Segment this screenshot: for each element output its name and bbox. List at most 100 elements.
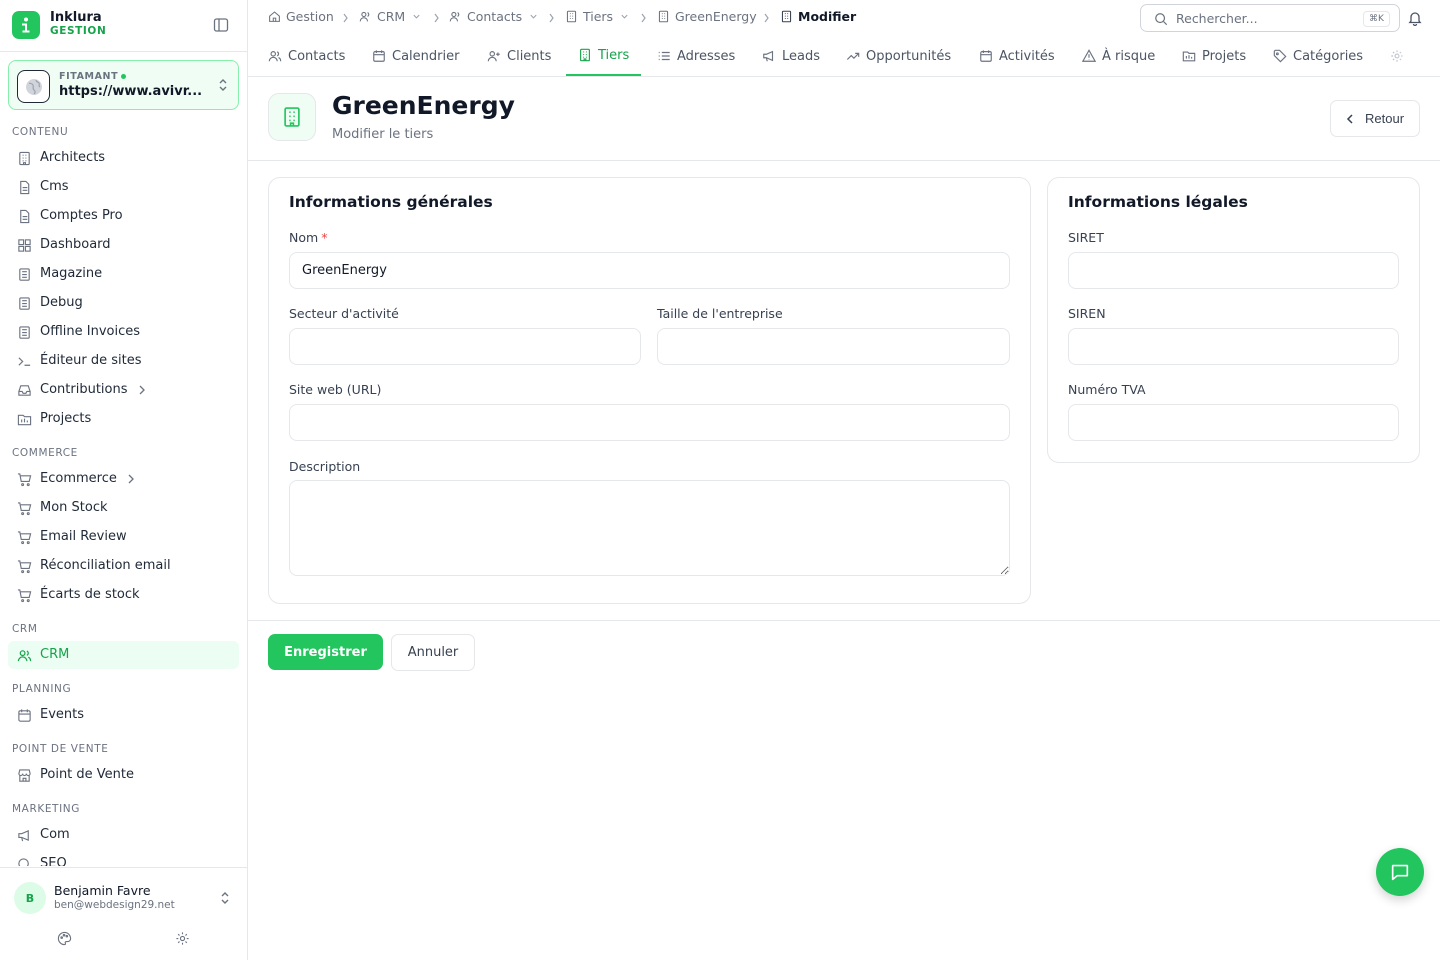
- taille-field[interactable]: [657, 328, 1010, 365]
- trending-up-icon: [846, 52, 860, 60]
- save-button[interactable]: Enregistrer: [268, 634, 383, 670]
- sidebar-item-label: Ecommerce: [40, 471, 117, 486]
- warning-icon: [1082, 49, 1096, 62]
- breadcrumb-gestion[interactable]: Gestion: [268, 9, 334, 24]
- megaphone-icon: [763, 50, 774, 62]
- sidebar-item-email-review[interactable]: Email Review: [8, 523, 239, 551]
- building-icon: [17, 151, 32, 166]
- home-icon: [269, 11, 280, 22]
- user-name: Benjamin Favre: [54, 883, 151, 898]
- tab-categories[interactable]: Catégories: [1273, 36, 1363, 76]
- store-icon: [17, 768, 32, 783]
- legal-info-title: Informations légales: [1068, 193, 1248, 211]
- tab-activites[interactable]: Activités: [979, 36, 1055, 76]
- tab-opportunites[interactable]: Opportunités: [846, 36, 951, 76]
- taille-label: Taille de l'entreprise: [657, 306, 783, 321]
- chat-bubble-icon[interactable]: [1376, 848, 1424, 896]
- breadcrumb-label: GreenEnergy: [675, 9, 757, 24]
- tag-icon: [1273, 49, 1287, 63]
- tab-label: Contacts: [288, 48, 346, 64]
- tab-label: Projets: [1202, 48, 1247, 64]
- breadcrumb-label: Gestion: [286, 9, 334, 24]
- section-crm: CRM: [12, 623, 38, 635]
- tab-calendrier[interactable]: Calendrier: [372, 36, 459, 76]
- sidebar-item-editeur[interactable]: Éditeur de sites: [8, 347, 239, 375]
- sidebar-item-crm[interactable]: CRM: [8, 641, 239, 669]
- sidebar-item-cms[interactable]: Cms: [8, 173, 239, 201]
- brand-header: Inklura GESTION: [0, 0, 247, 52]
- tab-label: Adresses: [677, 48, 736, 64]
- list-icon: [658, 51, 670, 61]
- breadcrumb-tiers[interactable]: Tiers: [565, 9, 634, 24]
- user-menu[interactable]: B Benjamin Favre ben@webdesign29.net: [0, 867, 247, 960]
- sidebar-item-point-de-vente[interactable]: Point de Vente: [8, 761, 239, 789]
- cancel-button[interactable]: Annuler: [391, 634, 475, 671]
- sidebar-item-ecommerce[interactable]: Ecommerce: [8, 465, 239, 493]
- tab-a-risque[interactable]: À risque: [1082, 36, 1155, 76]
- sidebar-toggle-icon[interactable]: [213, 17, 229, 33]
- section-contenu: CONTENU: [12, 126, 69, 138]
- sidebar-item-mon-stock[interactable]: Mon Stock: [8, 494, 239, 522]
- nom-field[interactable]: [289, 252, 1010, 289]
- palette-icon[interactable]: [57, 931, 72, 946]
- building-icon: [566, 10, 577, 23]
- secteur-field[interactable]: [289, 328, 641, 365]
- tab-adresses[interactable]: Adresses: [657, 36, 735, 76]
- tab-contacts[interactable]: Contacts: [268, 36, 345, 76]
- avatar: B: [14, 882, 46, 914]
- sidebar-item-offline-invoices[interactable]: Offline Invoices: [8, 318, 239, 346]
- sidebar-item-label: Projects: [40, 411, 92, 426]
- chevron-right-icon: [548, 13, 555, 23]
- sidebar-item-debug[interactable]: Debug: [8, 289, 239, 317]
- sidebar-item-com[interactable]: Com: [8, 821, 239, 849]
- description-field[interactable]: [289, 480, 1010, 576]
- general-info-title: Informations générales: [289, 193, 493, 211]
- nom-label: Nom *: [289, 230, 328, 245]
- search-icon: [17, 857, 32, 866]
- chevron-right-icon: [763, 13, 770, 23]
- legal-info-card: Informations légales SIRET SIREN Numéro …: [1047, 177, 1420, 463]
- sidebar-item-contributions[interactable]: Contributions: [8, 376, 239, 404]
- tab-tiers[interactable]: Tiers: [566, 36, 642, 76]
- sidebar-item-seo[interactable]: SEO: [8, 850, 239, 866]
- sidebar-item-label: Com: [40, 827, 70, 842]
- siret-field[interactable]: [1068, 252, 1399, 289]
- tab-label: Tiers: [598, 47, 630, 63]
- sidebar-item-projects[interactable]: Projects: [8, 405, 239, 433]
- tab-clients[interactable]: Clients: [487, 36, 551, 76]
- sidebar-item-magazine[interactable]: Magazine: [8, 260, 239, 288]
- gear-icon[interactable]: [175, 931, 190, 946]
- chevron-down-icon: [530, 14, 537, 19]
- sidebar-item-reconciliation[interactable]: Réconciliation email: [8, 552, 239, 580]
- siren-field[interactable]: [1068, 328, 1399, 365]
- site-web-field[interactable]: [289, 404, 1010, 441]
- bell-icon[interactable]: [1407, 10, 1423, 26]
- back-button[interactable]: Retour: [1330, 100, 1420, 137]
- site-switcher[interactable]: FITAMANT https://www.avivr...: [8, 60, 239, 110]
- chevron-left-icon: [1346, 114, 1353, 124]
- chevron-right-icon: [342, 13, 349, 23]
- megaphone-icon: [17, 828, 32, 843]
- section-pdv: POINT DE VENTE: [12, 743, 109, 755]
- sidebar-item-dashboard[interactable]: Dashboard: [8, 231, 239, 259]
- sidebar-item-label: Écarts de stock: [40, 587, 140, 602]
- breadcrumb-contacts[interactable]: Contacts: [449, 9, 543, 24]
- breadcrumb-crm[interactable]: CRM: [359, 9, 426, 24]
- sidebar-item-comptes-pro[interactable]: Comptes Pro: [8, 202, 239, 230]
- sidebar-item-ecarts[interactable]: Écarts de stock: [8, 581, 239, 609]
- back-button-label: Retour: [1365, 111, 1405, 126]
- global-search[interactable]: Rechercher... ⌘K: [1140, 4, 1400, 32]
- sidebar-item-architects[interactable]: Architects: [8, 144, 239, 172]
- grid-icon: [17, 238, 32, 253]
- sidebar-item-events[interactable]: Events: [8, 701, 239, 729]
- tab-projets[interactable]: Projets: [1182, 36, 1246, 76]
- breadcrumb-greenenergy[interactable]: GreenEnergy: [657, 9, 757, 24]
- tab-leads[interactable]: Leads: [762, 36, 820, 76]
- cart-icon: [17, 501, 32, 516]
- tva-field[interactable]: [1068, 404, 1399, 441]
- form-footer-divider: [248, 620, 1440, 621]
- building-icon: [781, 10, 792, 23]
- globe-icon: [17, 70, 50, 103]
- sidebar-item-label: Contributions: [40, 382, 128, 397]
- search-placeholder: Rechercher...: [1176, 11, 1258, 26]
